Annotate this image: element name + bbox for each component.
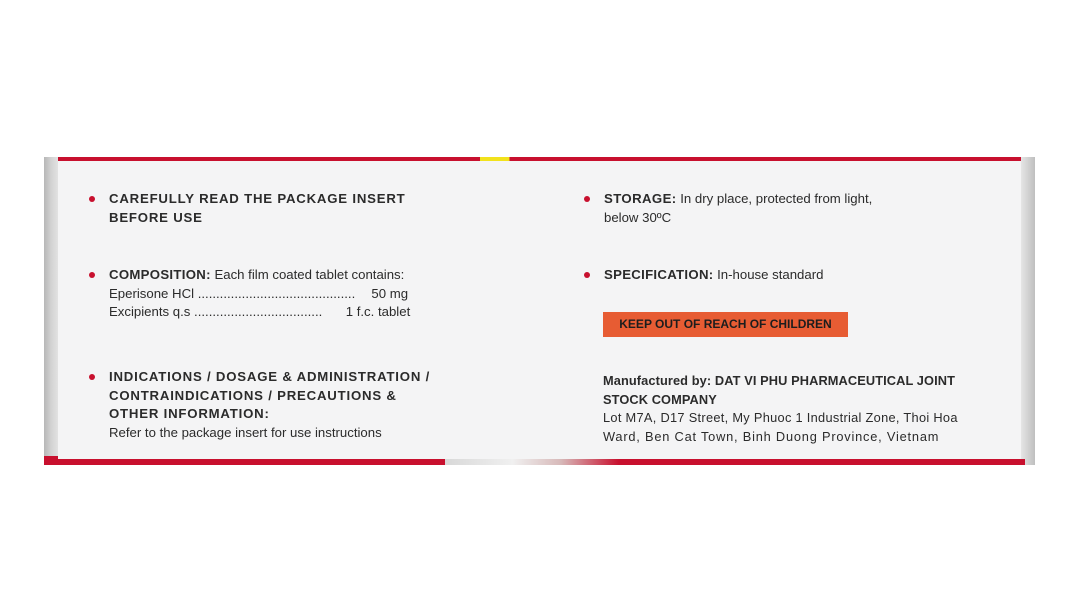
composition-intro: Each film coated tablet contains: (214, 267, 405, 282)
storage-entry: STORAGE: In dry place, protected from li… (584, 190, 872, 227)
bullet-icon (89, 196, 95, 202)
package-box: CAREFULLY READ THE PACKAGE INSERT BEFORE… (44, 157, 1035, 465)
indications-entry: INDICATIONS / DOSAGE & ADMINISTRATION / … (89, 368, 431, 442)
manufacturer-entry: Manufactured by: DAT VI PHU PHARMACEUTIC… (603, 372, 958, 446)
specification-label: SPECIFICATION: (604, 267, 714, 282)
indications-note: Refer to the package insert for use inst… (109, 424, 382, 440)
manufacturer-line-2: STOCK COMPANY (603, 391, 717, 407)
read-insert-entry: CAREFULLY READ THE PACKAGE INSERT BEFORE… (89, 190, 406, 227)
storage-text-2: below 30ºC (604, 209, 672, 225)
ingredient-1-dots: ........................................… (197, 285, 356, 301)
left-side-flap (44, 157, 58, 465)
manufacturer-line-1: Manufactured by: DAT VI PHU PHARMACEUTIC… (603, 373, 955, 388)
indications-line-2: CONTRAINDICATIONS / PRECAUTIONS & (109, 387, 397, 403)
keep-out-of-reach-warning: KEEP OUT OF REACH OF CHILDREN (603, 312, 848, 337)
bullet-icon (584, 272, 590, 278)
read-insert-line-1: CAREFULLY READ THE PACKAGE INSERT (109, 191, 406, 206)
manufacturer-address-2: Ward, Ben Cat Town, Binh Duong Province,… (603, 428, 940, 444)
indications-line-3: OTHER INFORMATION: (109, 406, 270, 421)
manufacturer-address-1: Lot M7A, D17 Street, My Phuoc 1 Industri… (603, 410, 958, 425)
composition-label: COMPOSITION: (109, 267, 211, 282)
bullet-icon (89, 374, 95, 380)
bullet-icon (584, 196, 590, 202)
ingredient-1-value: 50 mg (371, 285, 409, 301)
storage-line-1: STORAGE: In dry place, protected from li… (604, 190, 872, 209)
composition-entry: COMPOSITION: Each film coated tablet con… (89, 266, 410, 322)
specification-text: In-house standard (717, 267, 824, 282)
ingredient-2-name: Excipients q.s (109, 304, 191, 319)
storage-text-1: In dry place, protected from light, (680, 191, 873, 206)
ingredient-2-value: 1 f.c. tablet (345, 304, 411, 319)
specification-line: SPECIFICATION: In-house standard (604, 266, 823, 285)
right-side-flap (1021, 157, 1035, 465)
ingredient-row-1: Eperisone HCl ..........................… (109, 285, 410, 304)
package-panel: CAREFULLY READ THE PACKAGE INSERT BEFORE… (58, 161, 1021, 459)
ingredient-1-name: Eperisone HCl (109, 285, 195, 301)
bottom-red-edge (58, 459, 1025, 465)
indications-line-1: INDICATIONS / DOSAGE & ADMINISTRATION / (109, 369, 431, 384)
bullet-icon (89, 272, 95, 278)
left-flap-red-corner (44, 456, 58, 465)
read-insert-line-2: BEFORE USE (109, 209, 203, 225)
ingredient-2-dots: ................................... (194, 304, 323, 319)
specification-entry: SPECIFICATION: In-house standard (584, 266, 823, 285)
composition-heading-line: COMPOSITION: Each film coated tablet con… (109, 266, 410, 285)
ingredient-row-2: Excipients q.s .........................… (109, 303, 410, 322)
storage-label: STORAGE: (604, 191, 677, 206)
